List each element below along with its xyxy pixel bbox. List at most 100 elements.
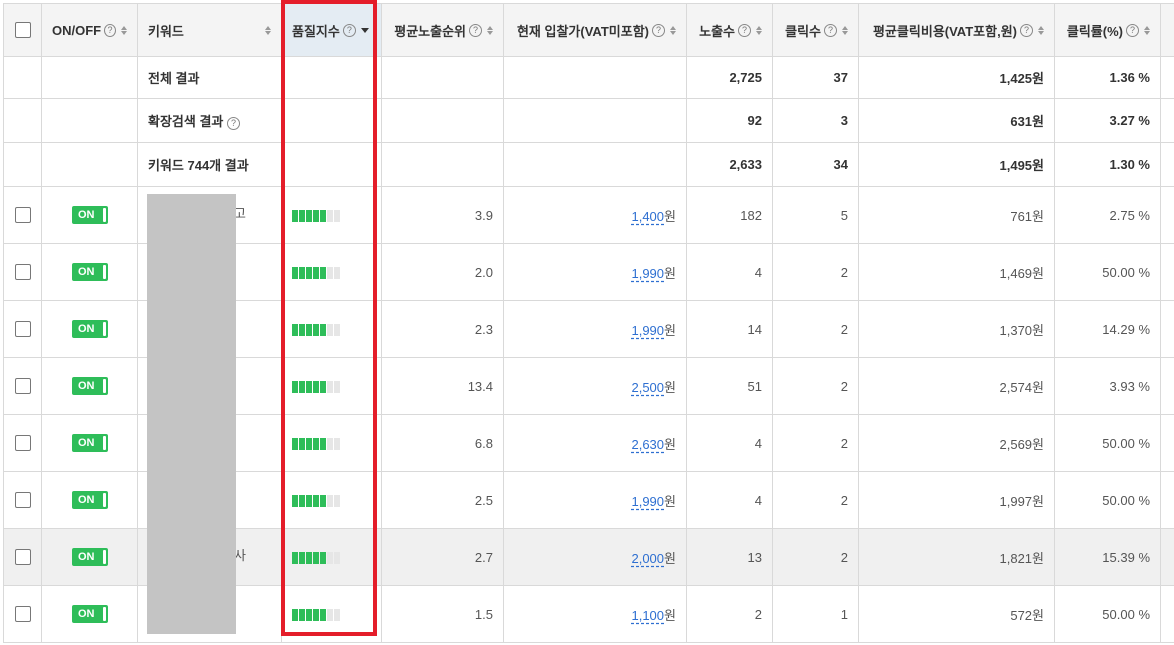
- avg-rank-cell: 2.7: [381, 528, 504, 586]
- col-onoff[interactable]: ON/OFF?: [41, 3, 138, 57]
- on-off-toggle[interactable]: ON: [72, 605, 108, 623]
- col-keyword[interactable]: 키워드: [137, 3, 282, 57]
- ctr-cell: 50.00 %: [1054, 243, 1161, 301]
- bid-link[interactable]: 1,400: [631, 209, 664, 224]
- avg-rank-cell: 1.5: [381, 585, 504, 643]
- sort-icon[interactable]: [265, 25, 271, 35]
- row-checkbox[interactable]: [14, 549, 31, 566]
- sort-icon[interactable]: [1038, 25, 1044, 35]
- on-off-toggle[interactable]: ON: [72, 206, 108, 224]
- select-all-checkbox[interactable]: [14, 22, 31, 39]
- ctr-cell: 15.39 %: [1054, 528, 1161, 586]
- bid-link[interactable]: 2,630: [631, 437, 664, 452]
- sort-icon[interactable]: [487, 25, 493, 35]
- col-extra[interactable]: [1160, 3, 1174, 57]
- help-icon[interactable]: ?: [1020, 23, 1033, 37]
- col-bid[interactable]: 현재 입찰가(VAT미포함)?: [503, 3, 687, 57]
- bid-link[interactable]: 1,990: [631, 266, 664, 281]
- row-checkbox[interactable]: [14, 435, 31, 452]
- ctr-cell: 50.00 %: [1054, 585, 1161, 643]
- impressions-cell: 14: [686, 300, 773, 358]
- help-icon[interactable]: ?: [104, 23, 116, 37]
- summary-impressions: 2,725: [686, 56, 773, 99]
- ctr-cell: 3.93 %: [1054, 357, 1161, 415]
- summary-impressions: 92: [686, 98, 773, 143]
- col-avg-rank[interactable]: 평균노출순위?: [381, 3, 504, 57]
- summary-row-keywords: 키워드 744개 결과 2,633 34 1,495원 1.30 %: [3, 142, 1174, 187]
- avg-cpc-cell: 2,569원: [858, 414, 1055, 472]
- bid-cell: 1,990원: [503, 243, 687, 301]
- row-checkbox[interactable]: [14, 207, 31, 224]
- clicks-cell: 2: [772, 471, 859, 529]
- impressions-cell: 51: [686, 357, 773, 415]
- on-off-toggle[interactable]: ON: [72, 263, 108, 281]
- avg-cpc-cell: 761원: [858, 186, 1055, 244]
- impressions-cell: 182: [686, 186, 773, 244]
- redacted-keywords: [147, 194, 236, 634]
- impressions-cell: 4: [686, 243, 773, 301]
- quality-column-highlight: [281, 0, 377, 636]
- col-avg-cpc[interactable]: 평균클릭비용(VAT포함,원)?: [858, 3, 1055, 57]
- avg-rank-cell: 2.0: [381, 243, 504, 301]
- impressions-cell: 4: [686, 471, 773, 529]
- row-checkbox[interactable]: [14, 378, 31, 395]
- summary-clicks: 3: [772, 98, 859, 143]
- summary-row-expanded: 확장검색 결과 ? 92 3 631원 3.27 %: [3, 98, 1174, 143]
- on-off-toggle[interactable]: ON: [72, 548, 108, 566]
- summary-label: 전체 결과: [137, 56, 282, 99]
- on-off-toggle[interactable]: ON: [72, 320, 108, 338]
- bid-link[interactable]: 2,500: [631, 380, 664, 395]
- table-header: ON/OFF? 키워드 품질지수? 평균노출순위? 현재 입찰가(VAT미포함)…: [3, 3, 1174, 57]
- row-checkbox[interactable]: [14, 606, 31, 623]
- col-ctr[interactable]: 클릭률(%)?: [1054, 3, 1161, 57]
- sort-icon[interactable]: [842, 25, 848, 35]
- sort-icon[interactable]: [670, 25, 676, 35]
- help-icon[interactable]: ?: [227, 117, 240, 130]
- help-icon[interactable]: ?: [1126, 23, 1139, 37]
- impressions-cell: 4: [686, 414, 773, 472]
- ctr-cell: 2.75 %: [1054, 186, 1161, 244]
- avg-cpc-cell: 1,821원: [858, 528, 1055, 586]
- avg-rank-cell: 6.8: [381, 414, 504, 472]
- bid-cell: 1,400원: [503, 186, 687, 244]
- sort-icon[interactable]: [756, 25, 762, 35]
- bid-cell: 1,990원: [503, 300, 687, 358]
- sort-icon[interactable]: [1144, 25, 1150, 35]
- summary-ctr: 1.36 %: [1054, 56, 1161, 99]
- avg-cpc-cell: 572원: [858, 585, 1055, 643]
- avg-cpc-cell: 1,370원: [858, 300, 1055, 358]
- on-off-toggle[interactable]: ON: [72, 491, 108, 509]
- bid-link[interactable]: 2,000: [631, 551, 664, 566]
- help-icon[interactable]: ?: [824, 23, 837, 37]
- summary-row-total: 전체 결과 2,725 37 1,425원 1.36 %: [3, 56, 1174, 99]
- row-checkbox[interactable]: [14, 492, 31, 509]
- sort-icon[interactable]: [121, 25, 127, 35]
- clicks-cell: 2: [772, 300, 859, 358]
- on-off-toggle[interactable]: ON: [72, 434, 108, 452]
- bid-link[interactable]: 1,990: [631, 494, 664, 509]
- col-impressions[interactable]: 노출수?: [686, 3, 773, 57]
- row-checkbox[interactable]: [14, 321, 31, 338]
- bid-link[interactable]: 1,990: [631, 323, 664, 338]
- summary-label: 확장검색 결과 ?: [137, 98, 282, 143]
- on-off-toggle[interactable]: ON: [72, 377, 108, 395]
- bid-cell: 2,000원: [503, 528, 687, 586]
- row-checkbox[interactable]: [14, 264, 31, 281]
- clicks-cell: 5: [772, 186, 859, 244]
- avg-cpc-cell: 2,574원: [858, 357, 1055, 415]
- bid-link[interactable]: 1,100: [631, 608, 664, 623]
- summary-label: 키워드 744개 결과: [137, 142, 282, 187]
- summary-ctr: 3.27 %: [1054, 98, 1161, 143]
- impressions-cell: 2: [686, 585, 773, 643]
- select-all-cell: [3, 3, 42, 57]
- impressions-cell: 13: [686, 528, 773, 586]
- clicks-cell: 2: [772, 414, 859, 472]
- help-icon[interactable]: ?: [652, 23, 665, 37]
- avg-rank-cell: 13.4: [381, 357, 504, 415]
- summary-impressions: 2,633: [686, 142, 773, 187]
- help-icon[interactable]: ?: [469, 23, 482, 37]
- col-clicks[interactable]: 클릭수?: [772, 3, 859, 57]
- help-icon[interactable]: ?: [738, 23, 751, 37]
- avg-rank-cell: 3.9: [381, 186, 504, 244]
- summary-clicks: 34: [772, 142, 859, 187]
